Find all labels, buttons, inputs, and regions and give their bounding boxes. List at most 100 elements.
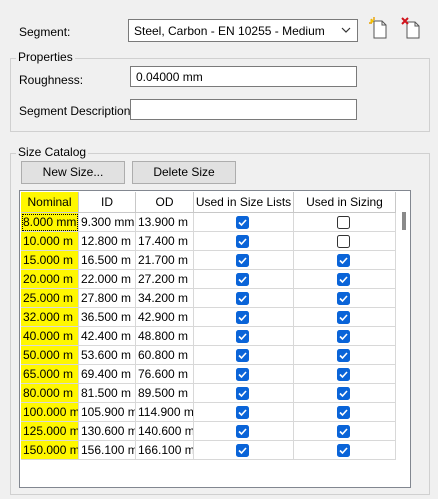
segment-label: Segment: xyxy=(19,25,71,39)
table-cell-id[interactable]: 27.800 m xyxy=(79,289,136,308)
new-segment-icon[interactable] xyxy=(368,17,392,41)
table-cell-sizing xyxy=(294,289,396,308)
delete-segment-icon[interactable] xyxy=(400,17,424,41)
column-header-used-in-size-lists[interactable]: Used in Size Lists xyxy=(194,192,294,213)
table-cell-sizing xyxy=(294,441,396,460)
roughness-input[interactable]: 0.04000 mm xyxy=(130,66,357,87)
checkbox-checked[interactable] xyxy=(337,406,350,419)
table-cell-size-lists xyxy=(194,346,294,365)
checkbox-checked[interactable] xyxy=(337,368,350,381)
roughness-label: Roughness: xyxy=(19,73,84,87)
checkbox-checked[interactable] xyxy=(337,387,350,400)
checkbox-checked[interactable] xyxy=(337,330,350,343)
segment-dropdown-value: Steel, Carbon - EN 10255 - Medium xyxy=(134,24,325,38)
table-cell-od[interactable]: 48.800 m xyxy=(136,327,194,346)
checkbox-checked[interactable] xyxy=(337,273,350,286)
checkbox-unchecked[interactable] xyxy=(337,216,350,229)
table-cell-nominal[interactable]: 80.000 m xyxy=(21,384,79,403)
checkbox-checked[interactable] xyxy=(236,368,249,381)
table-cell-od[interactable]: 13.900 m xyxy=(136,213,194,232)
table-cell-size-lists xyxy=(194,403,294,422)
table-cell-id[interactable]: 81.500 m xyxy=(79,384,136,403)
checkbox-checked[interactable] xyxy=(236,387,249,400)
table-cell-nominal[interactable]: 150.000 m xyxy=(21,441,79,460)
table-cell-id[interactable]: 156.100 m xyxy=(79,441,136,460)
table-cell-id[interactable]: 22.000 m xyxy=(79,270,136,289)
table-cell-sizing xyxy=(294,251,396,270)
segment-description-input[interactable] xyxy=(130,99,357,120)
table-cell-nominal[interactable]: 50.000 m xyxy=(21,346,79,365)
checkbox-checked[interactable] xyxy=(337,444,350,457)
table-cell-nominal[interactable]: 40.000 m xyxy=(21,327,79,346)
checkbox-unchecked[interactable] xyxy=(337,235,350,248)
table-cell-id[interactable]: 69.400 m xyxy=(79,365,136,384)
vertical-scrollbar[interactable] xyxy=(398,192,410,486)
checkbox-checked[interactable] xyxy=(236,292,249,305)
column-header-used-in-sizing[interactable]: Used in Sizing xyxy=(294,192,396,213)
table-cell-od[interactable]: 89.500 m xyxy=(136,384,194,403)
table-cell-nominal[interactable]: 10.000 m xyxy=(21,232,79,251)
checkbox-checked[interactable] xyxy=(337,254,350,267)
checkbox-checked[interactable] xyxy=(236,330,249,343)
table-cell-id[interactable]: 36.500 m xyxy=(79,308,136,327)
table-cell-sizing xyxy=(294,403,396,422)
delete-size-button[interactable]: Delete Size xyxy=(132,161,236,184)
table-cell-id[interactable]: 130.600 m xyxy=(79,422,136,441)
table-cell-id[interactable]: 105.900 m xyxy=(79,403,136,422)
table-cell-id[interactable]: 42.400 m xyxy=(79,327,136,346)
checkbox-checked[interactable] xyxy=(236,425,249,438)
column-header-od[interactable]: OD xyxy=(136,192,194,213)
checkbox-checked[interactable] xyxy=(236,235,249,248)
table-cell-od[interactable]: 140.600 m xyxy=(136,422,194,441)
table-cell-id[interactable]: 53.600 m xyxy=(79,346,136,365)
table-cell-id[interactable]: 16.500 m xyxy=(79,251,136,270)
table-cell-sizing xyxy=(294,232,396,251)
size-catalog-group-title: Size Catalog xyxy=(16,145,89,159)
table-cell-od[interactable]: 42.900 m xyxy=(136,308,194,327)
table-cell-od[interactable]: 166.100 m xyxy=(136,441,194,460)
properties-group-title: Properties xyxy=(16,50,75,64)
column-header-id[interactable]: ID xyxy=(79,192,136,213)
table-cell-size-lists xyxy=(194,232,294,251)
checkbox-checked[interactable] xyxy=(337,349,350,362)
checkbox-checked[interactable] xyxy=(236,273,249,286)
table-cell-od[interactable]: 34.200 m xyxy=(136,289,194,308)
table-cell-nominal[interactable]: 32.000 m xyxy=(21,308,79,327)
segment-dropdown[interactable]: Steel, Carbon - EN 10255 - Medium xyxy=(128,19,358,42)
table-cell-od[interactable]: 60.800 m xyxy=(136,346,194,365)
checkbox-checked[interactable] xyxy=(236,349,249,362)
table-cell-size-lists xyxy=(194,308,294,327)
table-cell-sizing xyxy=(294,422,396,441)
table-cell-nominal[interactable]: 8.000 mm xyxy=(21,213,79,232)
table-cell-sizing xyxy=(294,213,396,232)
table-cell-sizing xyxy=(294,365,396,384)
checkbox-checked[interactable] xyxy=(337,311,350,324)
table-cell-od[interactable]: 27.200 m xyxy=(136,270,194,289)
table-cell-nominal[interactable]: 20.000 m xyxy=(21,270,79,289)
table-cell-od[interactable]: 114.900 m xyxy=(136,403,194,422)
roughness-value: 0.04000 mm xyxy=(136,70,203,84)
table-cell-od[interactable]: 76.600 m xyxy=(136,365,194,384)
table-cell-id[interactable]: 9.300 mm xyxy=(79,213,136,232)
table-cell-sizing xyxy=(294,270,396,289)
new-size-button[interactable]: New Size... xyxy=(21,161,125,184)
checkbox-checked[interactable] xyxy=(236,254,249,267)
checkbox-checked[interactable] xyxy=(236,216,249,229)
table-cell-od[interactable]: 21.700 m xyxy=(136,251,194,270)
table-cell-sizing xyxy=(294,384,396,403)
segment-description-label: Segment Description: xyxy=(19,104,134,118)
checkbox-checked[interactable] xyxy=(337,425,350,438)
table-cell-nominal[interactable]: 100.000 m xyxy=(21,403,79,422)
table-cell-od[interactable]: 17.400 m xyxy=(136,232,194,251)
chevron-down-icon xyxy=(341,27,351,33)
checkbox-checked[interactable] xyxy=(236,311,249,324)
checkbox-checked[interactable] xyxy=(236,444,249,457)
table-cell-id[interactable]: 12.800 m xyxy=(79,232,136,251)
checkbox-checked[interactable] xyxy=(236,406,249,419)
table-cell-nominal[interactable]: 15.000 m xyxy=(21,251,79,270)
checkbox-checked[interactable] xyxy=(337,292,350,305)
table-cell-nominal[interactable]: 65.000 m xyxy=(21,365,79,384)
table-cell-nominal[interactable]: 25.000 m xyxy=(21,289,79,308)
table-cell-nominal[interactable]: 125.000 m xyxy=(21,422,79,441)
column-header-nominal[interactable]: Nominal xyxy=(21,192,79,213)
